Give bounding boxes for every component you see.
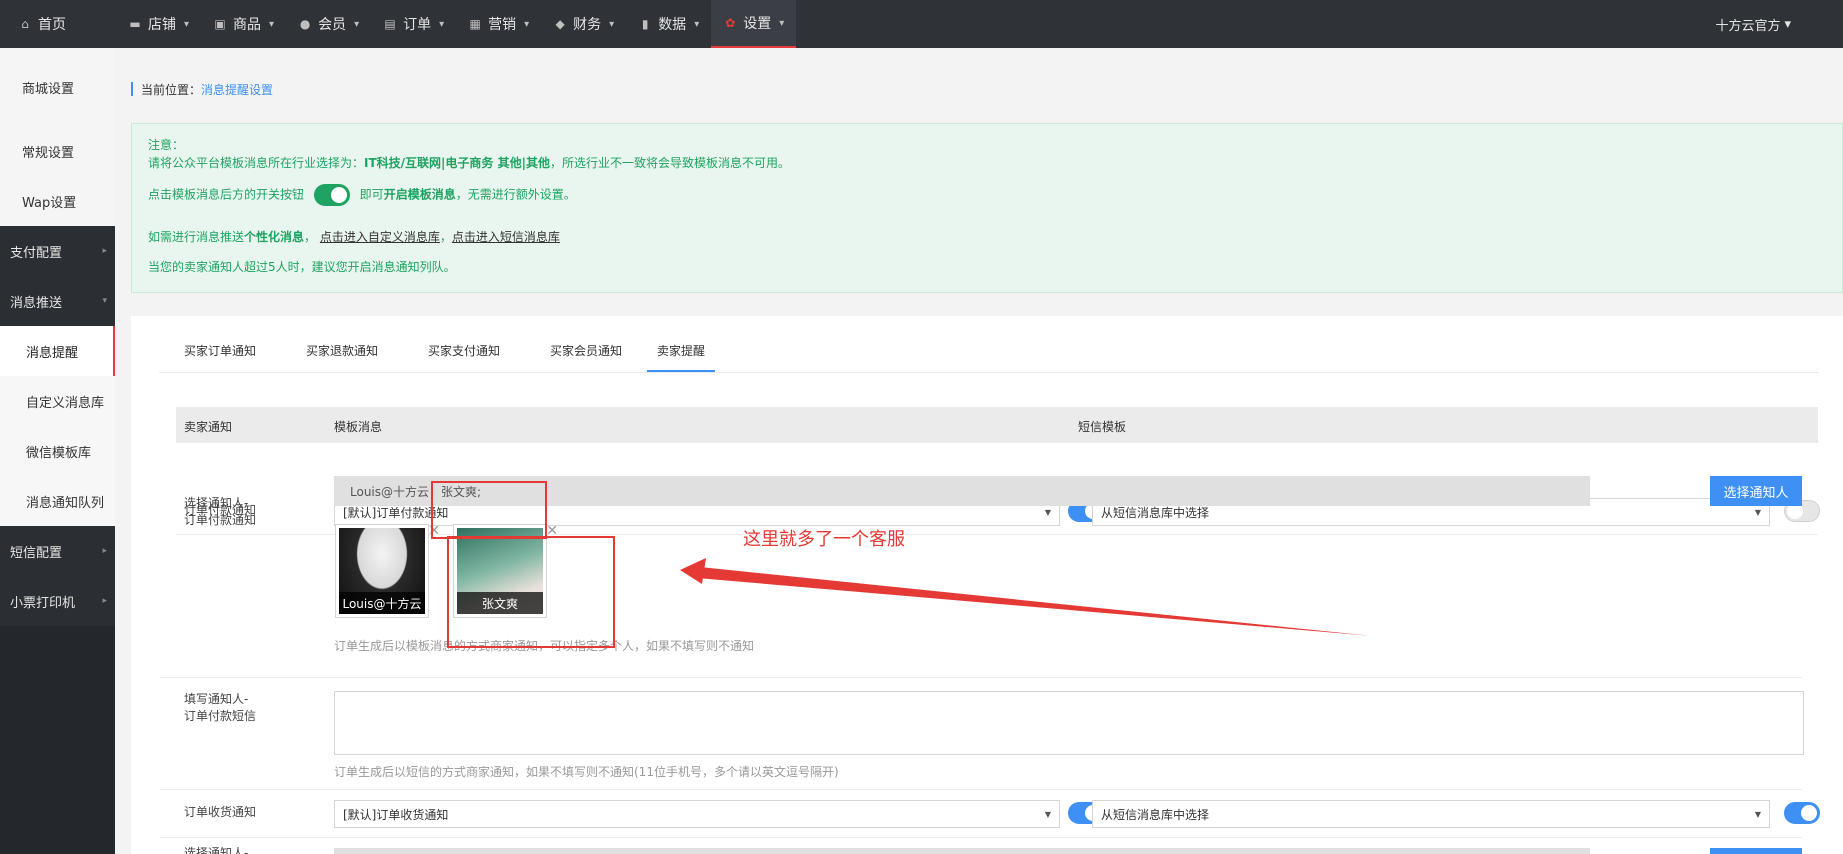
notice-line-2: 点击模板消息后方的开关按钮 即可开启模板消息，无需进行额外设置。 xyxy=(148,184,576,206)
sidebar-item-wechat-template-library[interactable]: 微信模板库 xyxy=(0,426,115,476)
nav-marketing[interactable]: ▦ 营销 ▾ xyxy=(456,0,541,48)
notifier-avatar-louis: Louis@十方云 ✕ xyxy=(335,523,440,618)
bar-chart-icon: ▮ xyxy=(641,17,649,31)
selected-notifiers-field-2[interactable] xyxy=(334,848,1590,854)
nav-home-label: 首页 xyxy=(38,17,66,33)
select-notifier-button[interactable]: 选择通知人 xyxy=(1710,476,1802,506)
select-notifier-button-2[interactable] xyxy=(1710,848,1802,854)
demo-toggle xyxy=(313,184,350,206)
nav-order[interactable]: ▤ 订单 ▾ xyxy=(371,0,456,48)
tab-seller-reminder[interactable]: 卖家提醒 xyxy=(647,342,715,372)
caret-down-icon: ▼ xyxy=(1754,507,1761,517)
sidebar-item-sms-config[interactable]: 短信配置 ▸ xyxy=(0,526,115,576)
chevron-down-icon: ▾ xyxy=(184,18,190,30)
money-bag-icon: ◆ xyxy=(555,17,565,31)
sidebar-item-shop-settings[interactable]: 商城设置 xyxy=(0,62,115,112)
nav-order-label: 订单 xyxy=(403,17,432,33)
col-seller-notify: 卖家通知 xyxy=(184,420,233,434)
sms-toggle-order-received[interactable] xyxy=(1784,802,1820,824)
sidebar-item-receipt-printer[interactable]: 小票打印机 ▸ xyxy=(0,576,115,626)
row-label-select-notifier-2: 选择通知人- xyxy=(184,846,249,854)
sidebar-item-payment-config[interactable]: 支付配置 ▸ xyxy=(0,226,115,276)
notice-box: 注意： 请将公众平台模板消息所在行业选择为：IT科技/互联网|电子商务 其他|其… xyxy=(131,123,1843,293)
annotation-box-avatar xyxy=(447,536,615,648)
chevron-right-icon: ▸ xyxy=(102,596,107,606)
user-icon: ● xyxy=(299,17,311,31)
nav-goods[interactable]: ▣ 商品 ▾ xyxy=(201,0,286,48)
notice-title: 注意： xyxy=(148,138,185,152)
caret-down-icon: ▼ xyxy=(1044,809,1051,819)
nav-member[interactable]: ● 会员 ▾ xyxy=(286,0,371,48)
sms-select-order-received[interactable]: 从短信消息库中选择 ▼ xyxy=(1092,800,1770,828)
breadcrumb-current[interactable]: 消息提醒设置 xyxy=(201,81,273,98)
caret-down-icon: ▼ xyxy=(1044,507,1051,517)
chevron-right-icon: ▸ xyxy=(102,246,107,256)
sidebar-item-notification-queue[interactable]: 消息通知队列 xyxy=(0,476,115,526)
nav-store-label: 店铺 xyxy=(148,17,176,33)
chevron-down-icon: ▾ xyxy=(354,18,360,30)
nav-settings-label: 设置 xyxy=(743,16,772,32)
chevron-down-icon: ▾ xyxy=(779,17,785,29)
home-icon: ⌂ xyxy=(21,17,29,31)
document-icon: ▤ xyxy=(384,17,396,31)
goods-icon: ▣ xyxy=(214,17,226,31)
account-name: 十方云官方 xyxy=(1715,18,1781,34)
tab-buyer-member[interactable]: 买家会员通知 xyxy=(525,342,647,372)
sidebar-item-wap-settings[interactable]: Wap设置 xyxy=(0,176,115,226)
store-icon: ▬ xyxy=(129,17,141,31)
col-template-message: 模板消息 xyxy=(334,420,383,434)
nav-finance-label: 财务 xyxy=(573,17,602,33)
table-header: 卖家通知 模板消息 短信模板 xyxy=(176,407,1818,443)
col-sms-template: 短信模板 xyxy=(1078,420,1127,434)
notice-line-1: 请将公众平台模板消息所在行业选择为：IT科技/互联网|电子商务 其他|其他，所选… xyxy=(148,156,791,170)
nav-finance[interactable]: ◆ 财务 ▾ xyxy=(541,0,626,48)
sidebar-item-message-push[interactable]: 消息推送 ▾ xyxy=(0,276,115,326)
nav-settings[interactable]: ✿ 设置 ▾ xyxy=(711,0,797,48)
gear-icon: ✿ xyxy=(725,16,736,30)
row-label-fill-notifier: 填写通知人- 订单付款短信 xyxy=(184,692,257,723)
row-label-select-notifier: 选择通知人- 订单付款通知 xyxy=(184,496,257,527)
tab-buyer-refund[interactable]: 买家退款通知 xyxy=(281,342,403,372)
annotation-text: 这里就多了一个客服 xyxy=(743,529,905,550)
nav-marketing-label: 营销 xyxy=(488,17,517,33)
nav-data-label: 数据 xyxy=(658,17,687,33)
sidebar: 商城设置 常规设置 Wap设置 支付配置 ▸ 消息推送 ▾ 消息提醒 自定义消息库 … xyxy=(0,48,115,854)
nav-data[interactable]: ▮ 数据 ▾ xyxy=(626,0,711,48)
chevron-right-icon: ▸ xyxy=(102,546,107,556)
template-select-order-received[interactable]: [默认]订单收货通知 ▼ xyxy=(334,800,1060,828)
custom-message-library-link[interactable]: 点击进入自定义消息库 xyxy=(320,230,440,244)
chevron-down-icon: ▾ xyxy=(694,18,700,30)
nav-store[interactable]: ▬ 店铺 ▾ xyxy=(116,0,201,48)
notice-line-3: 如需进行消息推送个性化消息， 点击进入自定义消息库，点击进入短信消息库 xyxy=(148,230,560,244)
sidebar-item-custom-message-library[interactable]: 自定义消息库 xyxy=(0,376,115,426)
chevron-down-icon: ▾ xyxy=(524,18,530,30)
tab-buyer-order[interactable]: 买家订单通知 xyxy=(159,342,281,372)
chevron-down-icon: ▾ xyxy=(269,18,275,30)
sms-notifier-textarea[interactable] xyxy=(334,691,1804,755)
tab-bar: 买家订单通知 买家退款通知 买家支付通知 买家会员通知 卖家提醒 xyxy=(159,316,1819,373)
sidebar-item-general-settings[interactable]: 常规设置 xyxy=(0,126,115,176)
sidebar-item-message-reminder[interactable]: 消息提醒 xyxy=(0,326,115,376)
main-content: 当前位置： 消息提醒设置 注意： 请将公众平台模板消息所在行业选择为：IT科技/… xyxy=(115,48,1843,854)
sms-message-library-link[interactable]: 点击进入短信消息库 xyxy=(452,230,560,244)
chevron-down-icon: ▾ xyxy=(439,18,445,30)
nav-home[interactable]: ⌂ 首页 xyxy=(0,0,116,48)
nav-goods-label: 商品 xyxy=(233,17,262,33)
hint-sms-notify: 订单生成后以短信的方式商家通知，如果不填写则不通知(11位手机号，多个请以英文逗… xyxy=(334,765,839,779)
row-label-order-received: 订单收货通知 xyxy=(184,805,257,819)
top-nav: ⌂ 首页 ▬ 店铺 ▾ ▣ 商品 ▾ ● 会员 ▾ ▤ 订单 ▾ ▦ 营销 ▾ … xyxy=(0,0,1843,48)
avatar-image: Louis@十方云 xyxy=(339,528,425,614)
chevron-down-icon: ▾ xyxy=(609,18,615,30)
tab-buyer-payment[interactable]: 买家支付通知 xyxy=(403,342,525,372)
breadcrumb: 当前位置： 消息提醒设置 xyxy=(131,81,273,98)
caret-down-icon: ▼ xyxy=(1754,809,1761,819)
gift-icon: ▦ xyxy=(469,17,481,31)
notice-line-4: 当您的卖家通知人超过5人时，建议您开启消息通知列队。 xyxy=(148,260,456,274)
chevron-down-icon: ▾ xyxy=(102,296,107,306)
caret-down-icon: ▾ xyxy=(1784,16,1791,32)
annotation-box-name xyxy=(431,481,547,539)
account-menu[interactable]: 十方云官方 ▾ xyxy=(1715,15,1791,34)
nav-member-label: 会员 xyxy=(318,17,347,33)
